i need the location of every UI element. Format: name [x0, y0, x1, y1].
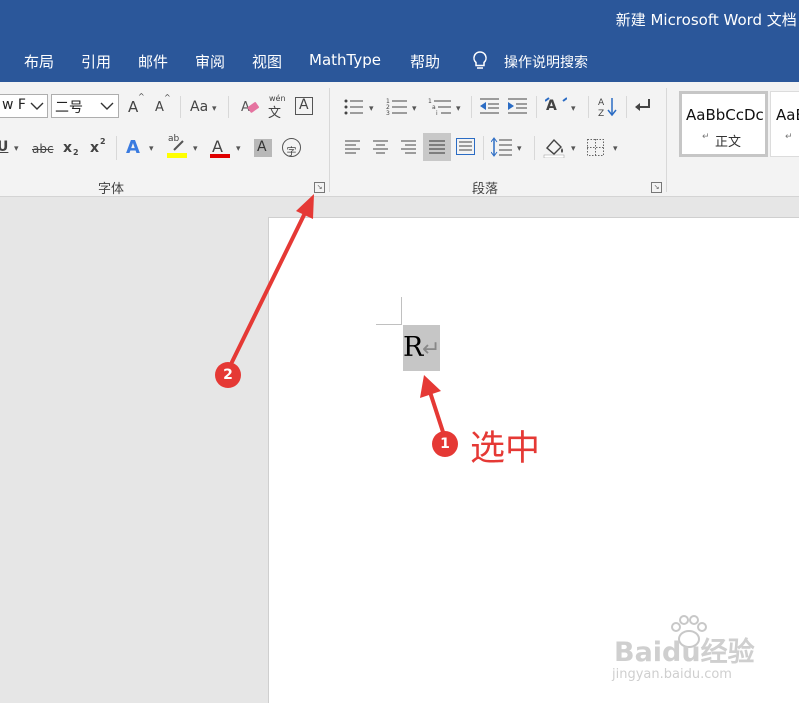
arrow-to-selection: [420, 375, 445, 434]
select-callout: 选中: [470, 429, 541, 469]
baidu-watermark: Baidu经验 jingyan.baidu.com: [596, 612, 796, 692]
arrow-to-launcher: [230, 194, 314, 364]
watermark-line1: Baidu经验: [614, 637, 755, 668]
step-badge-1: 1: [432, 431, 458, 457]
annotation-layer: [230, 194, 445, 434]
watermark-line2: jingyan.baidu.com: [612, 667, 732, 682]
step-badge-2: 2: [215, 362, 241, 388]
